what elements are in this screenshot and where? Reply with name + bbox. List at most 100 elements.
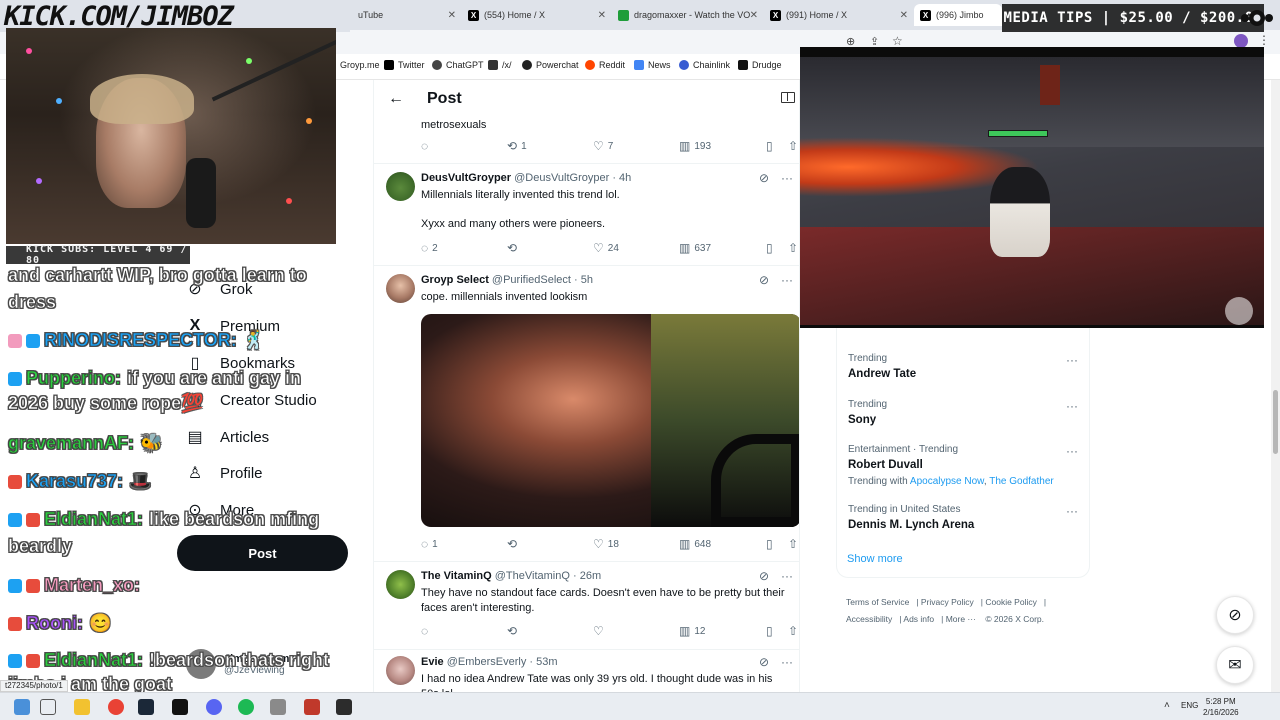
close-icon[interactable]: ✕ bbox=[448, 10, 456, 21]
bookmark-chainlink[interactable]: Chainlink bbox=[679, 60, 730, 70]
app-icon[interactable] bbox=[270, 699, 286, 715]
reader-mode-icon[interactable] bbox=[781, 92, 795, 103]
bookmark-news[interactable]: News bbox=[634, 60, 671, 70]
like-button[interactable]: ♡ bbox=[593, 624, 604, 638]
like-button[interactable]: ♡ 18 bbox=[593, 537, 619, 551]
reply-button[interactable]: ◌ 2 bbox=[421, 241, 438, 255]
show-more-link[interactable]: Show more bbox=[847, 553, 903, 565]
nav-profile[interactable]: ♙ Profile bbox=[186, 461, 263, 485]
author-handle[interactable]: @TheVitaminQ bbox=[495, 570, 570, 582]
author-name[interactable]: DeusVultGroyper bbox=[421, 172, 511, 184]
trend-item[interactable]: Trending Sony ··· bbox=[848, 399, 1084, 426]
avatar[interactable] bbox=[386, 172, 415, 201]
bookmark-chatgpt[interactable]: ChatGPT bbox=[432, 60, 484, 70]
tweet[interactable]: Groyp Select @PurifiedSelect · 5h ⊘ ··· … bbox=[374, 266, 799, 562]
more-icon[interactable]: ··· bbox=[781, 273, 793, 287]
bookmark-drudge[interactable]: Drudge bbox=[738, 60, 782, 70]
tweet[interactable]: The VitaminQ @TheVitaminQ · 26m ⊘ ··· Th… bbox=[374, 562, 799, 650]
bookmark-powerchat[interactable]: Powerchat bbox=[522, 60, 579, 70]
more-icon[interactable]: ··· bbox=[781, 171, 793, 185]
tweet-time[interactable]: · 4h bbox=[612, 172, 631, 184]
menu-icon[interactable]: ⋮ bbox=[1258, 33, 1270, 47]
tweet[interactable]: metrosexuals ◌ ⟲ 1 ♡ 7 ▥ 193 ▯ ⇧ bbox=[374, 118, 799, 164]
retweet-button[interactable]: ⟲ bbox=[507, 624, 517, 638]
tab-youtube[interactable]: uTube ✕ bbox=[352, 4, 462, 26]
bookmark-twitter[interactable]: Twitter bbox=[384, 60, 425, 70]
bookmark-button[interactable]: ▯ bbox=[766, 537, 773, 551]
app-icon[interactable] bbox=[304, 699, 320, 715]
trend-item[interactable]: Trending in United States Dennis M. Lync… bbox=[848, 504, 1084, 531]
tweet-photo[interactable] bbox=[421, 314, 799, 527]
tweet-time[interactable]: · 5h bbox=[574, 274, 593, 286]
back-arrow-icon[interactable]: ← bbox=[388, 90, 404, 108]
scrollbar[interactable] bbox=[1271, 80, 1280, 692]
tweet[interactable]: Evie @EmbersEverly · 53m ⊘ ··· I had no … bbox=[374, 650, 799, 692]
trend-link[interactable]: Apocalypse Now bbox=[910, 476, 984, 487]
more-icon[interactable]: ··· bbox=[1066, 353, 1078, 367]
windows-start-icon[interactable] bbox=[14, 699, 30, 715]
share-button[interactable]: ⇧ bbox=[788, 139, 798, 153]
retweet-button[interactable]: ⟲ bbox=[507, 241, 517, 255]
author-name[interactable]: Groyp Select bbox=[421, 274, 489, 286]
tweet[interactable]: DeusVultGroyper @DeusVultGroyper · 4h ⊘ … bbox=[374, 164, 799, 266]
reply-button[interactable]: ◌ bbox=[421, 139, 428, 153]
trend-item[interactable]: Entertainment · Trending Robert Duvall T… bbox=[848, 444, 1084, 487]
scrollbar-thumb[interactable] bbox=[1273, 390, 1278, 454]
bookmark-button[interactable]: ▯ bbox=[766, 139, 773, 153]
footer-link[interactable]: Privacy Policy bbox=[921, 597, 974, 607]
share-button[interactable]: ⇧ bbox=[788, 537, 798, 551]
views-button[interactable]: ▥ 12 bbox=[679, 624, 705, 638]
trend-item[interactable]: Trending Andrew Tate ··· bbox=[848, 353, 1084, 380]
share-button[interactable]: ⇧ bbox=[788, 624, 798, 638]
chevron-up-icon[interactable]: ˄ bbox=[1164, 700, 1170, 711]
nav-creator-studio[interactable]: ▥ Creator Studio bbox=[186, 388, 316, 412]
footer-link[interactable]: More ··· bbox=[946, 614, 976, 624]
avatar[interactable] bbox=[386, 656, 415, 685]
language-indicator[interactable]: ENG bbox=[1181, 701, 1198, 710]
footer-link[interactable]: Cookie Policy bbox=[985, 597, 1037, 607]
post-button[interactable]: Post bbox=[177, 535, 348, 571]
tweet-time[interactable]: · 53m bbox=[529, 656, 557, 668]
tab-dragomaxxer[interactable]: dragomaxxer - Watch the VO ✕ bbox=[612, 4, 764, 26]
avatar[interactable] bbox=[386, 274, 415, 303]
share-button[interactable]: ⇧ bbox=[788, 241, 798, 255]
more-icon[interactable]: ··· bbox=[1066, 444, 1078, 458]
grok-fab-button[interactable]: ⊘ bbox=[1216, 596, 1254, 634]
file-explorer-icon[interactable] bbox=[74, 699, 90, 715]
app-icon[interactable] bbox=[336, 699, 352, 715]
like-button[interactable]: ♡ 24 bbox=[593, 241, 619, 255]
bookmark-x-board[interactable]: /x/ bbox=[488, 60, 512, 70]
views-button[interactable]: ▥ 193 bbox=[679, 139, 711, 153]
footer-link[interactable]: Terms of Service bbox=[846, 597, 909, 607]
footer-link[interactable]: Accessibility bbox=[846, 614, 892, 624]
tab-x-home-554[interactable]: X (554) Home / X ✕ bbox=[462, 4, 612, 26]
messages-fab-button[interactable]: ✉ bbox=[1216, 646, 1254, 684]
views-button[interactable]: ▥ 648 bbox=[679, 537, 711, 551]
close-icon[interactable]: ✕ bbox=[900, 10, 908, 21]
like-button[interactable]: ♡ 7 bbox=[593, 139, 613, 153]
terminal-icon[interactable] bbox=[172, 699, 188, 715]
discord-icon[interactable] bbox=[206, 699, 222, 715]
grok-icon[interactable]: ⊘ bbox=[759, 171, 769, 185]
avatar[interactable] bbox=[386, 570, 415, 599]
close-icon[interactable]: ✕ bbox=[598, 10, 606, 21]
author-handle[interactable]: @EmbersEverly bbox=[447, 656, 527, 668]
tab-active-jimbo[interactable]: X (996) Jimbo bbox=[914, 4, 1002, 26]
bookmark-button[interactable]: ▯ bbox=[766, 241, 773, 255]
retweet-button[interactable]: ⟲ 1 bbox=[507, 139, 527, 153]
clock[interactable]: 5:28 PM 2/16/2026 bbox=[1203, 696, 1239, 718]
more-icon[interactable]: ··· bbox=[1066, 504, 1078, 518]
spotify-icon[interactable] bbox=[238, 699, 254, 715]
views-button[interactable]: ▥ 637 bbox=[679, 241, 711, 255]
author-name[interactable]: Evie bbox=[421, 656, 444, 668]
more-icon[interactable]: ··· bbox=[781, 569, 793, 583]
bookmark-reddit[interactable]: Reddit bbox=[585, 60, 625, 70]
reply-button[interactable]: ◌ 1 bbox=[421, 537, 438, 551]
tweet-time[interactable]: · 26m bbox=[573, 570, 601, 582]
trend-link[interactable]: The Godfather bbox=[989, 476, 1053, 487]
grok-icon[interactable]: ⊘ bbox=[759, 273, 769, 287]
more-icon[interactable]: ··· bbox=[1066, 399, 1078, 413]
author-handle[interactable]: @DeusVultGroyper bbox=[514, 172, 609, 184]
bookmark-groyp[interactable]: Groyp.me bbox=[340, 60, 380, 70]
profile-avatar-icon[interactable] bbox=[1234, 34, 1248, 48]
